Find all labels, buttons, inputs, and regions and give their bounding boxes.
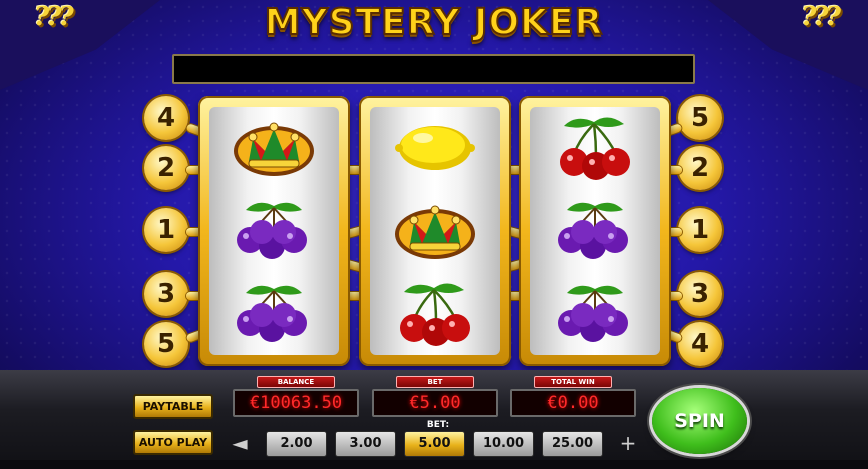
reel-1-symbol-plums-icon (209, 190, 339, 272)
reel-3 (530, 107, 660, 355)
bet-option-3[interactable]: 3.00 (335, 431, 396, 457)
bet-decrease-arrow-icon[interactable]: ◄ (229, 430, 251, 456)
reel-frame-2 (359, 96, 511, 366)
reel-2-symbol-joker-hat-icon (370, 190, 500, 272)
reel-frame-3 (519, 96, 671, 366)
payline-badge-left-1[interactable]: 4 (144, 96, 188, 140)
paytable-button[interactable]: PAYTABLE (133, 394, 213, 419)
status-strip (0, 460, 868, 469)
payline-badge-right-3[interactable]: 1 (678, 208, 722, 252)
bet-option-10[interactable]: 10.00 (473, 431, 534, 457)
reel-2-symbol-cherries-icon (370, 273, 500, 355)
reel-3-symbol-plums-icon (530, 273, 660, 355)
reel-2-symbol-lemon-icon (370, 107, 500, 189)
reel-3-symbol-plums-icon (530, 190, 660, 272)
reel-1-symbol-joker-hat-icon (209, 107, 339, 189)
payline-badge-right-4[interactable]: 3 (678, 272, 722, 316)
payline-badge-left-2[interactable]: 2 (144, 146, 188, 190)
total-win-label: TOTAL WIN (534, 376, 612, 388)
reel-2 (370, 107, 500, 355)
total-win-value: €0.00 (510, 389, 636, 417)
bet-option-2[interactable]: 2.00 (266, 431, 327, 457)
bet-display: BET €5.00 (372, 376, 498, 417)
reel-3-symbol-cherries-icon (530, 107, 660, 189)
payline-badge-left-4[interactable]: 3 (144, 272, 188, 316)
reel-1 (209, 107, 339, 355)
game-title: MYSTERY JOKER (264, 1, 604, 44)
total-win-display: TOTAL WIN €0.00 (510, 376, 636, 417)
bet-option-25[interactable]: 25.00 (542, 431, 603, 457)
balance-display: BALANCE €10063.50 (233, 376, 359, 417)
bet-label: BET (396, 376, 474, 388)
payline-badge-left-3[interactable]: 1 (144, 208, 188, 252)
spin-button[interactable]: SPIN (652, 388, 747, 454)
payline-badge-right-1[interactable]: 5 (678, 96, 722, 140)
payline-badge-right-5[interactable]: 4 (678, 322, 722, 366)
balance-label: BALANCE (257, 376, 335, 388)
bet-selector-label: BET: (426, 420, 450, 430)
balance-value: €10063.50 (233, 389, 359, 417)
reel-1-symbol-plums-icon (209, 273, 339, 355)
payline-badge-left-5[interactable]: 5 (144, 322, 188, 366)
payline-badge-right-2[interactable]: 2 (678, 146, 722, 190)
autoplay-button[interactable]: AUTO PLAY (133, 430, 213, 455)
reel-frame-1 (198, 96, 350, 366)
bet-option-5-selected[interactable]: 5.00 (404, 431, 465, 457)
bet-increase-plus-icon[interactable]: + (617, 430, 639, 456)
bet-value: €5.00 (372, 389, 498, 417)
message-bar (172, 54, 695, 84)
